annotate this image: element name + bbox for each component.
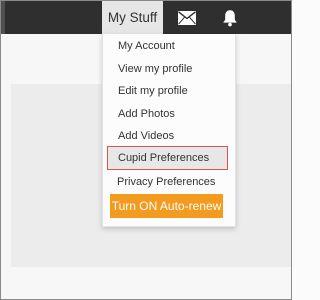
menu-item-view-profile[interactable]: View my profile [103,58,235,80]
menu-item-label: Add Videos [118,130,175,142]
menu-item-privacy-preferences[interactable]: Privacy Preferences [102,171,234,193]
menu-item-add-photos[interactable]: Add Photos [103,103,235,125]
topbar-edge [1,1,5,34]
menu-item-label: View my profile [118,63,193,75]
menu-item-edit-profile[interactable]: Edit my profile [103,80,235,102]
page-margin [1,84,11,267]
top-navigation-bar: My Stuff [1,1,291,34]
my-stuff-label: My Stuff [107,10,158,25]
turn-on-auto-renew-button[interactable]: Turn ON Auto-renew [110,194,223,218]
menu-item-cupid-preferences[interactable]: Cupid Preferences [102,147,234,169]
my-stuff-menu-button[interactable]: My Stuff [102,1,163,34]
menu-item-label: Edit my profile [118,85,188,97]
screenshot-frame: My Stuff My Account View my profile Edit… [0,0,292,300]
cta-label: Turn ON Auto-renew [111,199,222,213]
bell-icon[interactable] [220,8,240,28]
menu-item-label: My Account [118,40,175,52]
envelope-icon[interactable] [177,8,197,28]
menu-item-my-account[interactable]: My Account [103,35,235,57]
menu-item-add-videos[interactable]: Add Videos [103,125,235,147]
menu-item-label: Cupid Preferences [118,152,210,164]
menu-item-label: Privacy Preferences [117,176,216,188]
menu-item-label: Add Photos [118,108,175,120]
